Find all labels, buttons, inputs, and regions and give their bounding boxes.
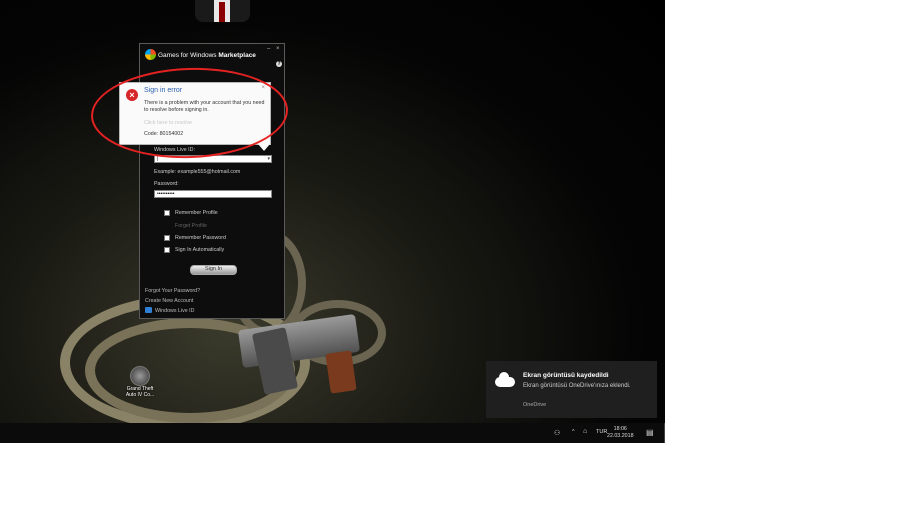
show-desktop-button[interactable] <box>664 423 665 443</box>
clock-date: 22.03.2018 <box>607 433 634 439</box>
network-icon[interactable]: ⌂ <box>583 428 587 435</box>
example-hint: Example: example555@hotmail.com <box>154 169 241 175</box>
shortcut-label-line2: Auto IV Co... <box>125 392 155 398</box>
notification-body: Ekran görüntüsü OneDrive'ınıza eklendi. <box>523 383 631 389</box>
cloud-icon <box>495 372 515 387</box>
forgot-password-link[interactable]: Forgot Your Password? <box>145 288 200 294</box>
window-title: Games for Windows Marketplace <box>158 52 256 59</box>
sign-in-auto-checkbox[interactable] <box>164 247 170 253</box>
chevron-down-icon[interactable]: ▾ <box>267 156 270 162</box>
remember-profile-checkbox[interactable] <box>164 210 170 216</box>
chevron-up-icon[interactable]: ^ <box>572 429 575 435</box>
forget-profile-link[interactable]: Forget Profile <box>175 223 207 229</box>
windows-live-id-link[interactable]: Windows Live ID <box>155 308 194 314</box>
password-label: Password: <box>154 181 179 187</box>
desktop-shortcut-gta[interactable]: Grand Theft Auto IV Co... <box>122 366 158 398</box>
password-field[interactable] <box>154 190 272 198</box>
remember-profile-label: Remember Profile <box>175 210 218 216</box>
create-account-link[interactable]: Create New Account <box>145 298 193 304</box>
clock-time: 18:06 <box>613 426 627 432</box>
onedrive-notification[interactable]: Ekran görüntüsü kaydedildi Ekran görüntü… <box>486 361 657 418</box>
taskbar: ⚇ ^ ⌂ TUR 18:06 22.03.2018 ▤ <box>0 423 665 443</box>
wallpaper-tie <box>219 2 225 22</box>
remember-password-checkbox[interactable] <box>164 235 170 241</box>
close-button[interactable]: × <box>276 46 280 52</box>
notification-source: OneDrive <box>523 402 547 408</box>
sign-in-auto-label: Sign In Automatically <box>175 247 225 253</box>
wallpaper-gun-wood <box>325 350 357 394</box>
windows-logo-icon <box>145 49 156 60</box>
password-input[interactable] <box>155 191 271 197</box>
minimize-button[interactable]: – <box>267 46 270 52</box>
popup-pointer <box>258 144 270 151</box>
notification-center-icon[interactable]: ▤ <box>646 428 654 437</box>
notification-title: Ekran görüntüsü kaydedildi <box>523 372 609 379</box>
desktop: Grand Theft Auto IV Co... Games for Wind… <box>0 0 665 443</box>
windows-live-icon <box>145 307 152 313</box>
remember-password-label: Remember Password <box>175 235 226 241</box>
sign-in-button[interactable]: Sign In <box>190 265 237 275</box>
gta-icon <box>130 366 150 386</box>
people-icon[interactable]: ⚇ <box>554 429 560 437</box>
clock[interactable]: 18:06 22.03.2018 <box>607 426 634 440</box>
language-indicator[interactable]: TUR <box>596 429 607 435</box>
help-icon[interactable]: ? <box>276 61 282 67</box>
